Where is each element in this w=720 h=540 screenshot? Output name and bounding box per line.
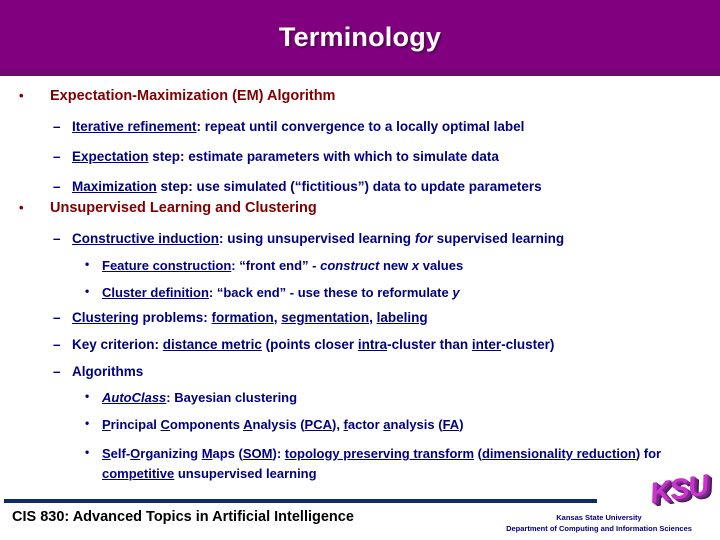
footer-divider bbox=[4, 499, 597, 503]
bullet-marker: • bbox=[85, 389, 90, 403]
list-item-text: Clustering problems: formation, segmenta… bbox=[72, 310, 428, 325]
list-item: – Algorithms bbox=[53, 364, 144, 379]
list-item-text: Principal Components Analysis (PCA), fac… bbox=[102, 417, 464, 432]
list-item: – Key criterion: distance metric (points… bbox=[53, 337, 555, 352]
list-item: – Iterative refinement: repeat until con… bbox=[53, 119, 525, 134]
footer-course-title: CIS 830: Advanced Topics in Artificial I… bbox=[12, 509, 354, 525]
bullet-marker: • bbox=[85, 257, 90, 271]
footer-university-info: Kansas State University Department of Co… bbox=[478, 513, 720, 535]
list-item-text: Expectation step: estimate parameters wi… bbox=[72, 149, 499, 164]
list-item: • Self-Organizing Maps (SOM): topology p… bbox=[85, 444, 702, 484]
list-item: – Constructive induction: using unsuperv… bbox=[53, 231, 565, 246]
dash-marker: – bbox=[53, 337, 61, 352]
list-item: • Cluster definition: “back end” - use t… bbox=[85, 284, 460, 300]
list-item-text: Algorithms bbox=[72, 364, 144, 379]
list-item-text: Self-Organizing Maps (SOM): topology pre… bbox=[102, 446, 662, 481]
bullet-marker: • bbox=[85, 416, 90, 430]
list-item-text: AutoClass: Bayesian clustering bbox=[102, 390, 298, 405]
list-item: • Feature construction: “front end” - co… bbox=[85, 257, 464, 273]
list-item-text: Constructive induction: using unsupervis… bbox=[72, 231, 565, 246]
list-item-text: Feature construction: “front end” - cons… bbox=[102, 258, 464, 273]
dash-marker: – bbox=[53, 119, 61, 134]
list-item-text: Cluster definition: “back end” - use the… bbox=[102, 285, 460, 300]
slide-body: • Expectation-Maximization (EM) Algorith… bbox=[0, 76, 720, 492]
list-item-text: Maximization step: use simulated (“ficti… bbox=[72, 179, 542, 194]
list-item-text: Key criterion: distance metric (points c… bbox=[72, 337, 555, 352]
bullet-marker: • bbox=[85, 445, 90, 459]
list-item: • Principal Components Analysis (PCA), f… bbox=[85, 416, 464, 432]
section-heading-em: • Expectation-Maximization (EM) Algorith… bbox=[19, 88, 336, 104]
list-item-text: Iterative refinement: repeat until conve… bbox=[72, 119, 525, 134]
list-item: • AutoClass: Bayesian clustering bbox=[85, 389, 298, 405]
section-heading-unsupervised: • Unsupervised Learning and Clustering bbox=[19, 200, 317, 216]
dash-marker: – bbox=[53, 231, 61, 246]
list-item: – Expectation step: estimate parameters … bbox=[53, 149, 499, 164]
slide-title: Terminology bbox=[278, 22, 442, 52]
footer-department-name: Department of Computing and Information … bbox=[506, 523, 692, 533]
section-heading-text: Expectation-Maximization (EM) Algorithm bbox=[50, 88, 336, 104]
dash-marker: – bbox=[53, 364, 61, 379]
list-item: – Maximization step: use simulated (“fic… bbox=[53, 179, 542, 194]
section-heading-text: Unsupervised Learning and Clustering bbox=[50, 200, 317, 216]
dash-marker: – bbox=[53, 310, 61, 325]
list-item: – Clustering problems: formation, segmen… bbox=[53, 310, 428, 325]
footer-university-name: Kansas State University bbox=[556, 513, 642, 522]
dash-marker: – bbox=[53, 149, 61, 164]
bullet-marker: • bbox=[19, 200, 24, 215]
dash-marker: – bbox=[53, 179, 61, 194]
bullet-marker: • bbox=[85, 284, 90, 298]
bullet-marker: • bbox=[19, 88, 24, 103]
